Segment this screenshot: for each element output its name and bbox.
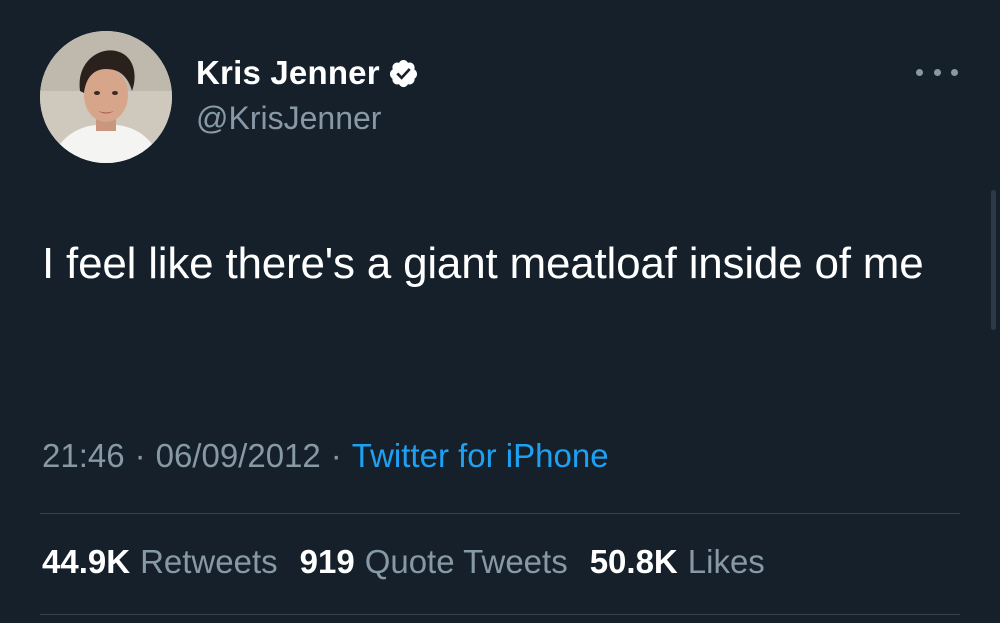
- more-dot: [951, 68, 958, 76]
- tweet-text: I feel like there's a giant meatloaf ins…: [42, 239, 924, 288]
- more-dot: [916, 68, 923, 76]
- meta-separator: ·: [330, 437, 342, 474]
- more-dot: [933, 68, 941, 76]
- retweets-label: Retweets: [140, 543, 278, 580]
- more-horizontal-icon[interactable]: [916, 62, 958, 82]
- verified-badge-icon: [389, 59, 417, 87]
- tweet-date[interactable]: 06/09/2012: [156, 437, 321, 475]
- retweets-count: 44.9K: [42, 543, 131, 580]
- avatar-image: [40, 31, 172, 163]
- divider: [40, 614, 960, 615]
- meta-separator: ·: [134, 437, 146, 474]
- quote-tweets-label: Quote Tweets: [364, 543, 568, 580]
- likes-stat[interactable]: 50.8K Likes: [590, 543, 765, 581]
- divider: [40, 513, 960, 514]
- tweet-stats: 44.9K Retweets 919 Quote Tweets 50.8K Likes: [42, 543, 787, 581]
- scrollbar[interactable]: [991, 190, 996, 330]
- author-display-name[interactable]: Kris Jenner: [196, 54, 380, 92]
- tweet-source-link[interactable]: Twitter for iPhone: [352, 437, 609, 475]
- tweet-detail: Kris Jenner @KrisJenner I feel like ther…: [0, 0, 1000, 623]
- quote-tweets-stat[interactable]: 919 Quote Tweets: [300, 543, 568, 581]
- tweet-meta: 21:46 · 06/09/2012 · Twitter for iPhone: [42, 437, 609, 475]
- retweets-stat[interactable]: 44.9K Retweets: [42, 543, 278, 581]
- tweet-time[interactable]: 21:46: [42, 437, 125, 475]
- author-name-row[interactable]: Kris Jenner: [196, 53, 419, 93]
- likes-count: 50.8K: [589, 543, 678, 580]
- avatar[interactable]: [40, 31, 172, 163]
- quote-tweets-count: 919: [299, 543, 355, 580]
- likes-label: Likes: [687, 543, 765, 580]
- author-handle[interactable]: @KrisJenner: [196, 100, 381, 137]
